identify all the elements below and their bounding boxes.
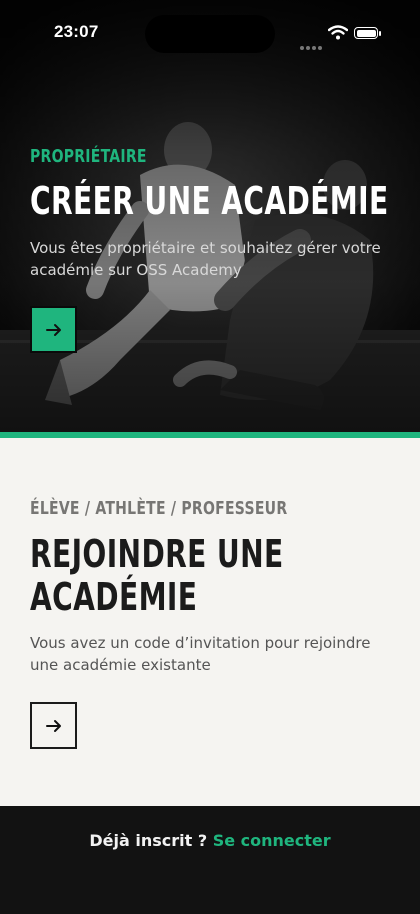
signal-dots-icon bbox=[300, 35, 324, 54]
create-academy-section: PROPRIÉTAIRE CRÉER UNE ACADÉMIE Vous ête… bbox=[0, 0, 420, 434]
status-time: 23:07 bbox=[54, 22, 99, 41]
member-eyebrow: ÉLÈVE / ATHLÈTE / PROFESSEUR bbox=[30, 498, 288, 519]
owner-eyebrow: PROPRIÉTAIRE bbox=[30, 146, 147, 167]
sign-in-link[interactable]: Se connecter bbox=[213, 831, 331, 850]
arrow-right-icon bbox=[45, 719, 61, 732]
join-title-line-2: ACADÉMIE bbox=[30, 574, 198, 619]
join-academy-section: ÉLÈVE / ATHLÈTE / PROFESSEUR REJOINDRE U… bbox=[0, 438, 420, 806]
login-question: Déjà inscrit ? bbox=[89, 831, 208, 850]
status-bar: 23:07 bbox=[0, 0, 420, 64]
login-prompt: Déjà inscrit ? Se connecter bbox=[0, 831, 420, 850]
login-footer: Déjà inscrit ? Se connecter bbox=[0, 806, 420, 914]
create-academy-description: Vous êtes propriétaire et souhaitez gére… bbox=[30, 239, 381, 279]
dynamic-island bbox=[145, 15, 275, 53]
join-title-line-1: REJOINDRE UNE bbox=[30, 532, 284, 576]
join-academy-button[interactable] bbox=[30, 702, 77, 749]
join-academy-title: REJOINDRE UNE ACADÉMIE bbox=[30, 533, 284, 618]
create-academy-title: CRÉER UNE ACADÉMIE bbox=[30, 179, 389, 223]
arrow-right-icon bbox=[45, 323, 61, 336]
battery-icon bbox=[354, 27, 381, 39]
wifi-icon bbox=[328, 25, 348, 40]
join-academy-description: Vous avez un code d’invitation pour rejo… bbox=[30, 634, 371, 674]
create-academy-button[interactable] bbox=[30, 306, 77, 353]
onboarding-screen: PROPRIÉTAIRE CRÉER UNE ACADÉMIE Vous ête… bbox=[0, 0, 420, 914]
